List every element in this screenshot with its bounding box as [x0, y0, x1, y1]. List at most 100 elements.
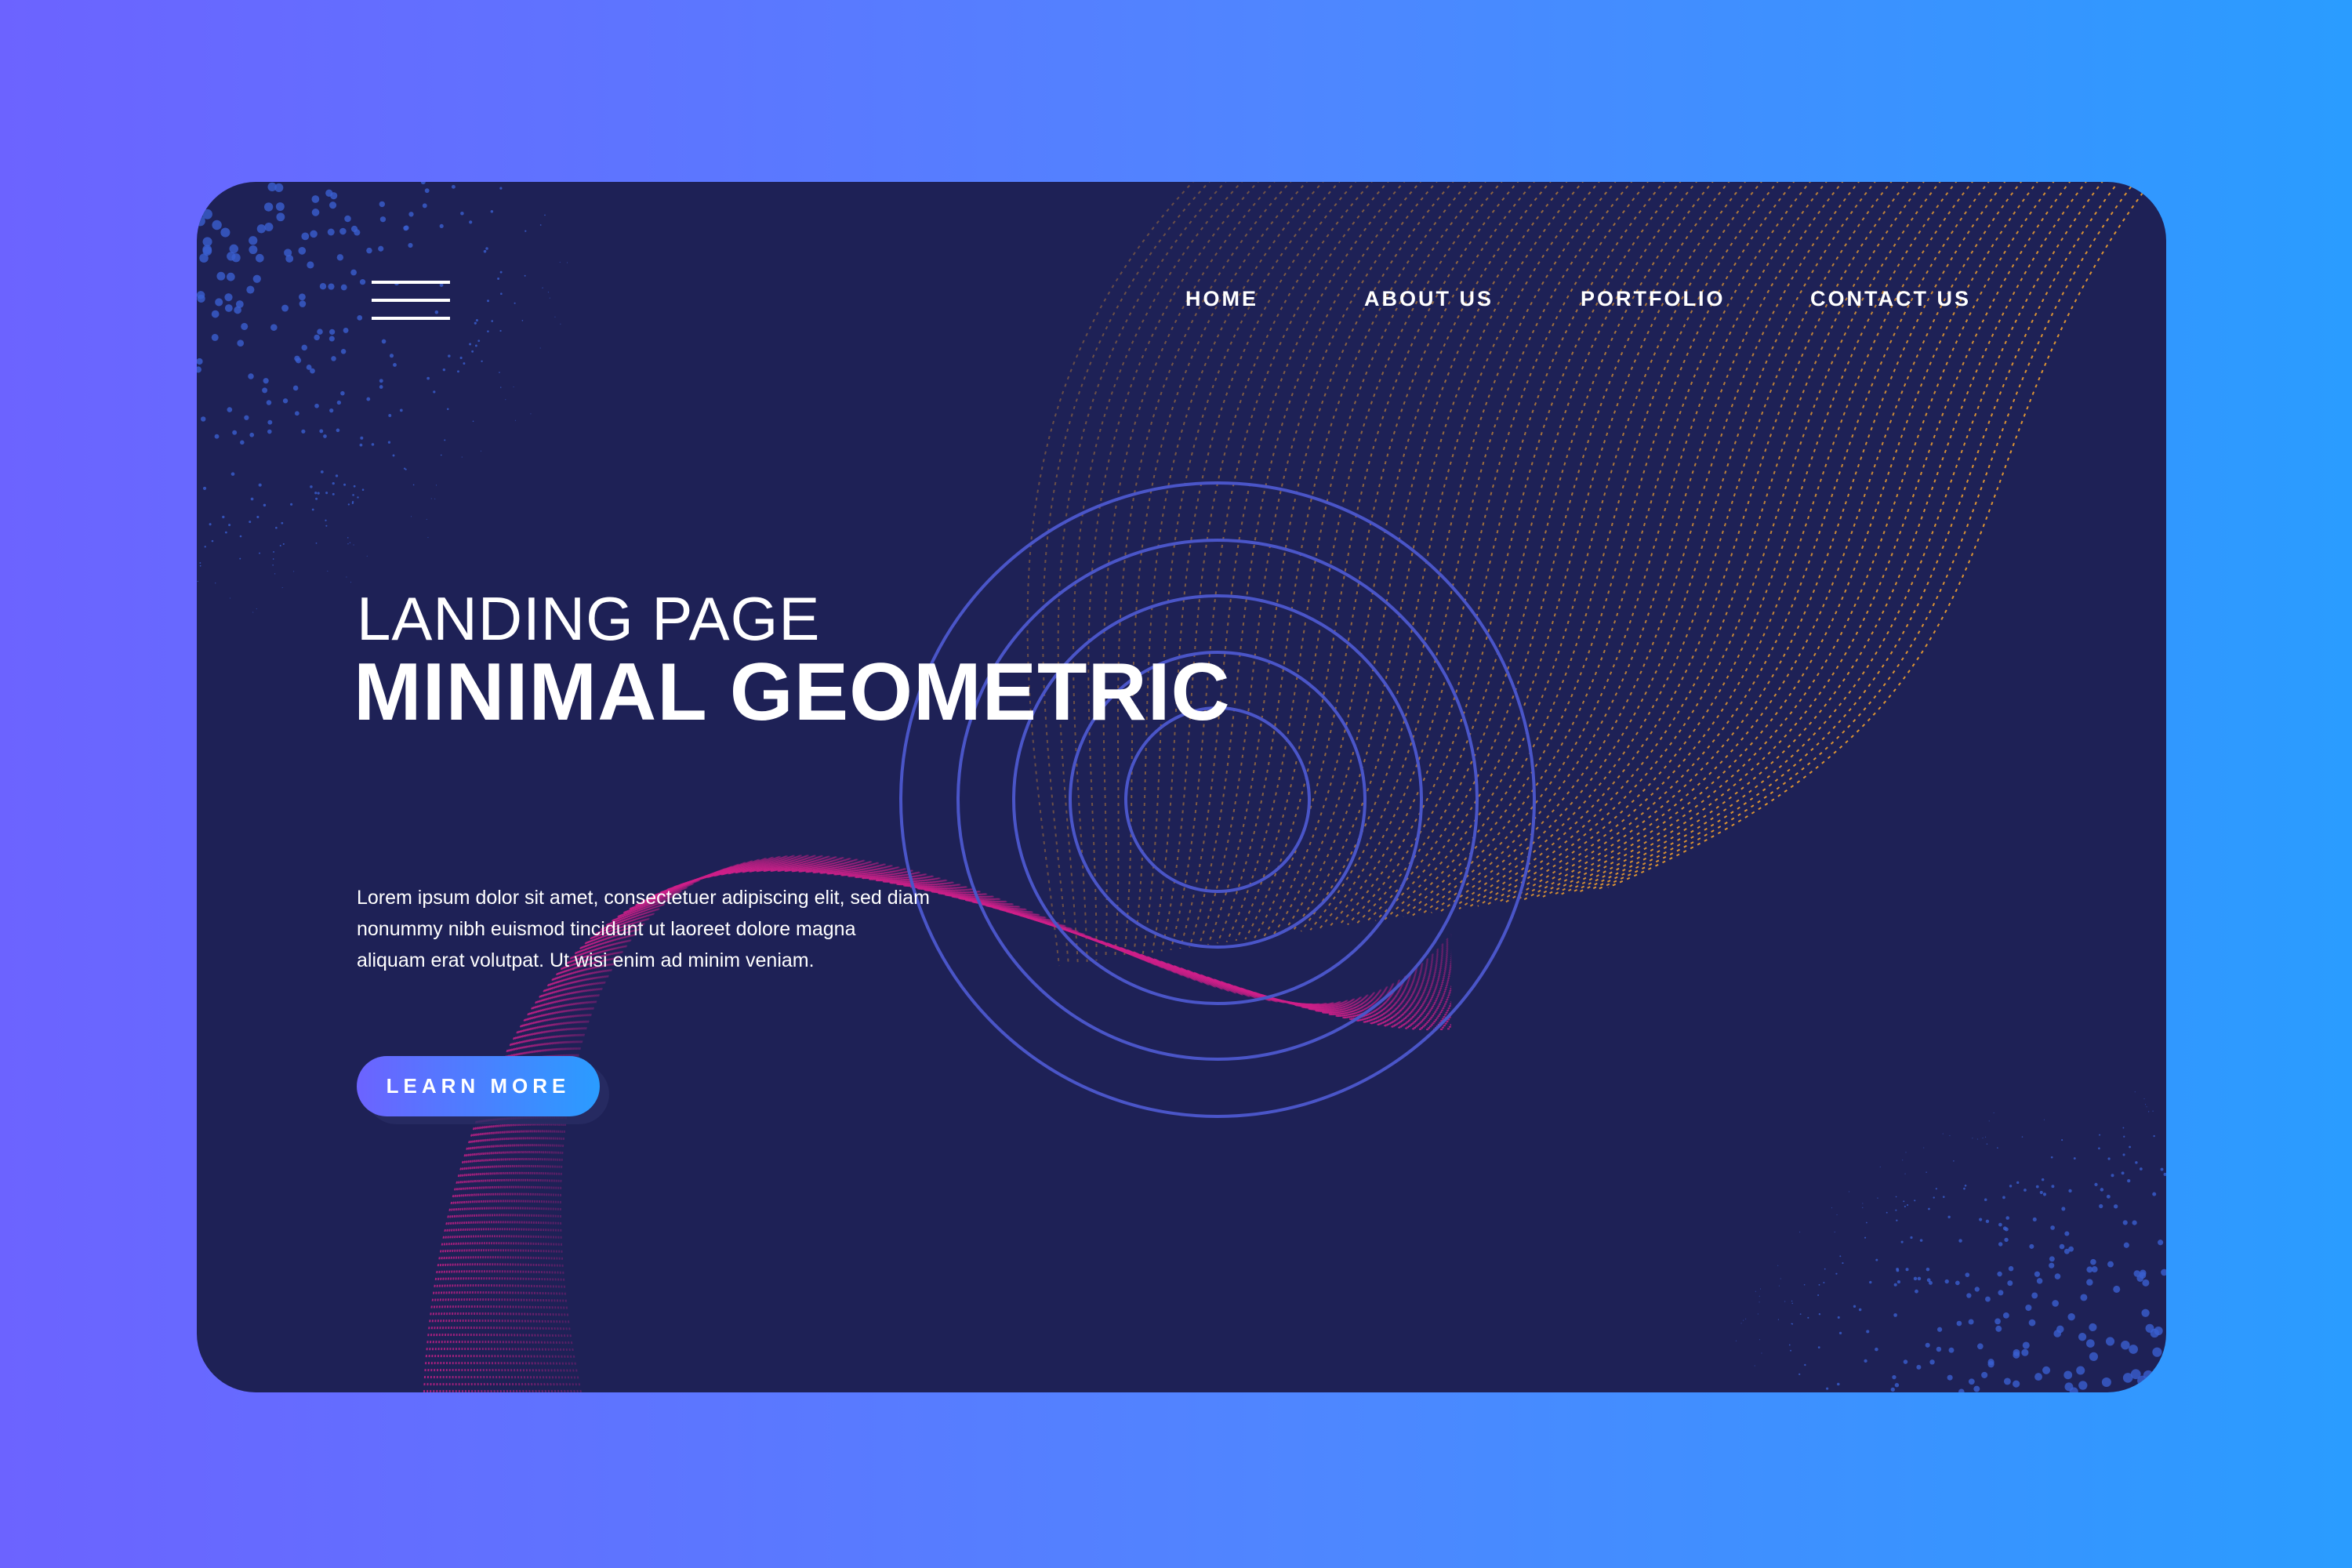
halftone-dot [2092, 1266, 2098, 1272]
halftone-dot [325, 525, 327, 527]
halftone-dot [2154, 1385, 2165, 1392]
halftone-dot [1853, 1305, 1856, 1308]
halftone-dot [1779, 1286, 1780, 1287]
nav-portfolio[interactable]: PORTFOLIO [1581, 287, 1726, 311]
halftone-dot [505, 399, 506, 400]
halftone-dot [2050, 1225, 2055, 1230]
halftone-dot [2099, 1134, 2100, 1136]
halftone-dot [1928, 1208, 1930, 1210]
halftone-dot [1895, 1210, 1896, 1211]
halftone-dot [200, 565, 201, 567]
halftone-dot [421, 182, 426, 184]
halftone-dot [227, 273, 235, 281]
halftone-dot [273, 551, 274, 553]
halftone-dot [321, 470, 324, 474]
halftone-dot [1947, 1375, 1953, 1381]
halftone-dot [1997, 1272, 2002, 1276]
halftone-dot [1969, 1319, 1974, 1325]
halftone-dot [1804, 1364, 1806, 1366]
halftone-dot [2135, 1161, 2137, 1163]
halftone-dot [2060, 1244, 2065, 1250]
halftone-dot [2013, 1381, 2020, 1388]
halftone-dot [1866, 1330, 1869, 1333]
halftone-dot [388, 441, 390, 444]
halftone-dot [343, 328, 349, 333]
halftone-dot [1915, 1290, 1918, 1294]
halftone-dot [337, 254, 343, 260]
halftone-dot [301, 345, 307, 350]
halftone-dot [329, 336, 335, 341]
halftone-dot [263, 504, 266, 506]
halftone-dot [2142, 1279, 2149, 1287]
halftone-dot [379, 201, 385, 207]
halftone-dot [540, 348, 541, 349]
halftone-dot [372, 443, 375, 446]
halftone-dot [1838, 1316, 1840, 1319]
halftone-dot [339, 228, 347, 235]
halftone-dot [215, 298, 223, 306]
halftone-dot [341, 285, 347, 291]
halftone-dot [367, 556, 368, 557]
halftone-dot [249, 245, 257, 254]
halftone-dot [1819, 1284, 1820, 1286]
halftone-dot [298, 247, 306, 255]
halftone-dot [212, 540, 214, 543]
halftone-dot [1826, 1388, 1828, 1390]
halftone-dot [332, 482, 335, 485]
halftone-dot [1791, 1323, 1792, 1325]
halftone-dot [423, 203, 427, 208]
halftone-dot [1963, 1188, 1965, 1190]
halftone-dot [1831, 1207, 1832, 1208]
halftone-dot [471, 350, 474, 353]
halftone-dot [283, 398, 288, 403]
halftone-dot [299, 293, 306, 300]
halftone-dot [270, 324, 278, 331]
halftone-dot [2094, 1183, 2097, 1186]
learn-more-button[interactable]: LEARN MORE [357, 1056, 600, 1116]
halftone-dot [484, 250, 487, 253]
halftone-dot [360, 279, 365, 285]
halftone-dot [212, 310, 220, 318]
halftone-dot [1998, 1290, 2003, 1295]
landing-card: HOME ABOUT US PORTFOLIO CONTACT US LANDI… [197, 182, 2166, 1392]
halftone-dot [427, 537, 428, 538]
halftone-dot [1817, 1294, 1819, 1296]
halftone-dot [283, 543, 285, 545]
halftone-dot [2123, 1220, 2128, 1225]
nav-home[interactable]: HOME [1185, 287, 1258, 311]
halftone-dot [2009, 1266, 2013, 1271]
halftone-dot [2036, 1185, 2039, 1189]
halftone-dot [1864, 1237, 1866, 1239]
halftone-dot [348, 503, 350, 505]
halftone-dot [452, 185, 456, 189]
halftone-dot [2107, 1195, 2111, 1199]
halftone-dot [2003, 1312, 2009, 1319]
halftone-dot [1778, 1319, 1779, 1320]
halftone-dot [1901, 1241, 1904, 1243]
halftone-dot [2089, 1352, 2098, 1361]
halftone-dot [240, 441, 245, 445]
halftone-dot [1969, 1378, 1975, 1385]
halftone-dot [281, 522, 283, 524]
halftone-dot [1896, 1196, 1897, 1198]
halftone-dot [2146, 1324, 2154, 1333]
halftone-dot [522, 320, 524, 321]
halftone-dot [256, 516, 259, 518]
halftone-dot [1864, 1359, 1867, 1363]
halftone-dot [264, 202, 273, 211]
halftone-dot [2068, 1247, 2074, 1252]
halftone-dot [323, 434, 327, 438]
halftone-dot [228, 524, 230, 526]
halftone-dot [1914, 1277, 1917, 1280]
halftone-dot [2123, 1136, 2125, 1138]
halftone-dot [1926, 1343, 1930, 1348]
halftone-dot [567, 262, 568, 263]
halftone-dot [1894, 1283, 1897, 1287]
nav-about-us[interactable]: ABOUT US [1364, 287, 1494, 311]
halftone-dot [1866, 1222, 1867, 1224]
nav-contact-us[interactable]: CONTACT US [1810, 287, 1971, 311]
halftone-dot [500, 271, 503, 274]
halftone-dot [524, 275, 526, 277]
halftone-dot [1818, 1346, 1820, 1348]
hamburger-menu-icon[interactable] [372, 281, 450, 320]
